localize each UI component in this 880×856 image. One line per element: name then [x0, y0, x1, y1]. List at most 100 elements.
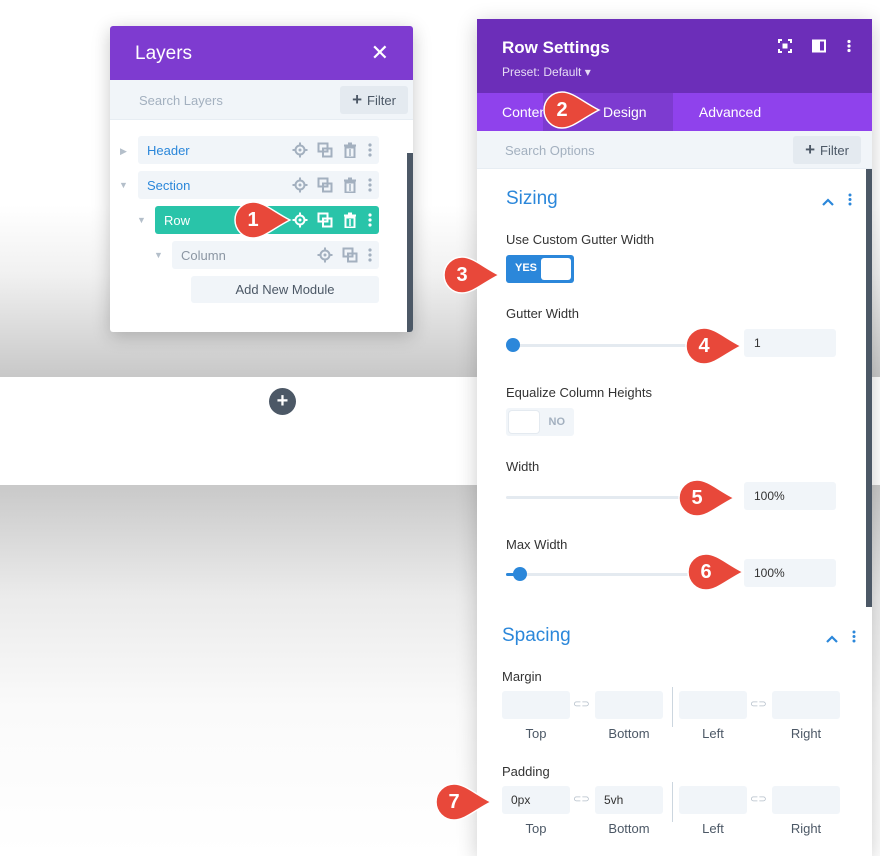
padding-top-caption: Top: [525, 821, 547, 836]
settings-scrollbar[interactable]: [866, 169, 872, 607]
caret-down-icon[interactable]: ▼: [119, 180, 128, 190]
padding-left-input[interactable]: [679, 786, 747, 814]
duplicate-icon[interactable]: [317, 177, 333, 193]
duplicate-icon[interactable]: [317, 142, 333, 158]
margin-bottom-input[interactable]: [595, 691, 663, 719]
chevron-up-icon[interactable]: [826, 631, 838, 646]
add-new-module-button[interactable]: Add New Module: [191, 276, 379, 303]
gutter-width-label: Gutter Width: [506, 306, 579, 321]
tab-content[interactable]: Content: [477, 93, 543, 131]
step-marker-3: 3: [443, 256, 501, 294]
layer-item-label: Section: [147, 177, 191, 193]
layers-filter-button[interactable]: + Filter: [340, 86, 408, 114]
layer-item-column[interactable]: Column: [172, 241, 379, 269]
padding-right-caption: Right: [790, 821, 822, 836]
sizing-group-title[interactable]: Sizing: [506, 188, 558, 210]
more-icon[interactable]: [367, 247, 373, 263]
caret-down-icon[interactable]: ▼: [137, 215, 146, 225]
margin-top-input[interactable]: [502, 691, 570, 719]
more-icon[interactable]: [848, 193, 852, 209]
gear-icon[interactable]: [292, 177, 308, 193]
more-icon[interactable]: [367, 177, 373, 193]
margin-right-input[interactable]: [772, 691, 840, 719]
trash-icon[interactable]: [342, 212, 358, 228]
fullscreen-icon[interactable]: [778, 39, 792, 53]
custom-gutter-label: Use Custom Gutter Width: [506, 232, 655, 247]
divider: [672, 687, 673, 727]
gear-icon[interactable]: [292, 142, 308, 158]
padding-top-input[interactable]: 0px: [502, 786, 570, 814]
options-search-input[interactable]: Search Options: [505, 143, 595, 158]
width-label: Width: [506, 459, 540, 474]
margin-left-input[interactable]: [679, 691, 747, 719]
padding-right-input[interactable]: [772, 786, 840, 814]
tab-advanced[interactable]: Advanced: [673, 93, 787, 131]
step-number: 1: [247, 209, 259, 231]
more-icon[interactable]: [846, 39, 852, 53]
margin-bottom-caption: Bottom: [608, 726, 650, 741]
trash-icon[interactable]: [342, 142, 358, 158]
max-width-input[interactable]: 100%: [744, 559, 836, 587]
duplicate-icon[interactable]: [342, 247, 358, 263]
more-icon[interactable]: [367, 212, 373, 228]
add-row-button[interactable]: +: [269, 388, 296, 415]
max-width-slider-handle[interactable]: [513, 567, 527, 581]
chevron-up-icon[interactable]: [822, 194, 834, 209]
toggle-knob: [541, 258, 571, 280]
margin-top-caption: Top: [525, 726, 547, 741]
width-input[interactable]: 100%: [744, 482, 836, 510]
layer-item-section[interactable]: Section: [138, 171, 379, 199]
more-icon[interactable]: [852, 630, 856, 646]
step-number: 6: [700, 561, 712, 583]
layer-actions: [292, 136, 373, 164]
split-view-icon[interactable]: [812, 39, 826, 53]
step-marker-5: 5: [678, 479, 736, 517]
link-icon[interactable]: ⊂⊃: [750, 794, 767, 805]
step-marker-2: 2: [543, 91, 601, 129]
step-marker-1: 1: [234, 201, 292, 239]
gutter-width-input[interactable]: 1: [744, 329, 836, 357]
padding-left-caption: Left: [702, 821, 724, 836]
toggle-knob: [509, 411, 539, 433]
caret-down-icon[interactable]: ▼: [154, 250, 163, 260]
plus-icon: +: [352, 90, 363, 109]
equalize-heights-label: Equalize Column Heights: [506, 385, 652, 400]
padding-label: Padding: [502, 764, 550, 779]
sizing-group-controls: [822, 193, 852, 209]
layer-actions: [317, 241, 373, 269]
link-icon[interactable]: ⊂⊃: [750, 699, 767, 710]
max-width-label: Max Width: [506, 537, 568, 552]
spacing-group-title[interactable]: Spacing: [502, 625, 571, 647]
custom-gutter-toggle[interactable]: YES: [506, 255, 574, 283]
options-filter-button[interactable]: + Filter: [793, 136, 861, 164]
layer-actions: [292, 206, 373, 234]
layer-item-header[interactable]: Header: [138, 136, 379, 164]
gear-icon[interactable]: [317, 247, 333, 263]
step-marker-4: 4: [685, 327, 743, 365]
layers-search-input[interactable]: Search Layers: [139, 93, 223, 108]
settings-tabs: Content Design Advanced: [477, 93, 872, 131]
padding-bottom-input[interactable]: 5vh: [595, 786, 663, 814]
margin-left-caption: Left: [702, 726, 724, 741]
preset-dropdown[interactable]: Preset: Default ▾: [502, 65, 591, 79]
equalize-heights-toggle[interactable]: NO: [506, 408, 574, 436]
trash-icon[interactable]: [342, 177, 358, 193]
caret-right-icon[interactable]: ▶: [120, 146, 127, 157]
layers-search-bar: Search Layers + Filter: [110, 80, 413, 120]
settings-title: Row Settings: [502, 38, 610, 57]
gutter-width-slider-handle[interactable]: [506, 338, 520, 352]
margin-right-caption: Right: [790, 726, 822, 741]
close-icon[interactable]: ✕: [371, 40, 389, 66]
row-settings-panel: Row Settings Preset: Default ▾ Content D…: [477, 19, 872, 856]
layers-scrollbar[interactable]: [407, 153, 413, 332]
padding-bottom-caption: Bottom: [608, 821, 650, 836]
link-icon[interactable]: ⊂⊃: [573, 794, 590, 805]
duplicate-icon[interactable]: [317, 212, 333, 228]
more-icon[interactable]: [367, 142, 373, 158]
toggle-state: NO: [548, 416, 566, 428]
link-icon[interactable]: ⊂⊃: [573, 699, 590, 710]
step-number: 2: [556, 99, 568, 121]
gear-icon[interactable]: [292, 212, 308, 228]
layer-item-label: Header: [147, 142, 190, 158]
step-number: 3: [456, 264, 468, 286]
